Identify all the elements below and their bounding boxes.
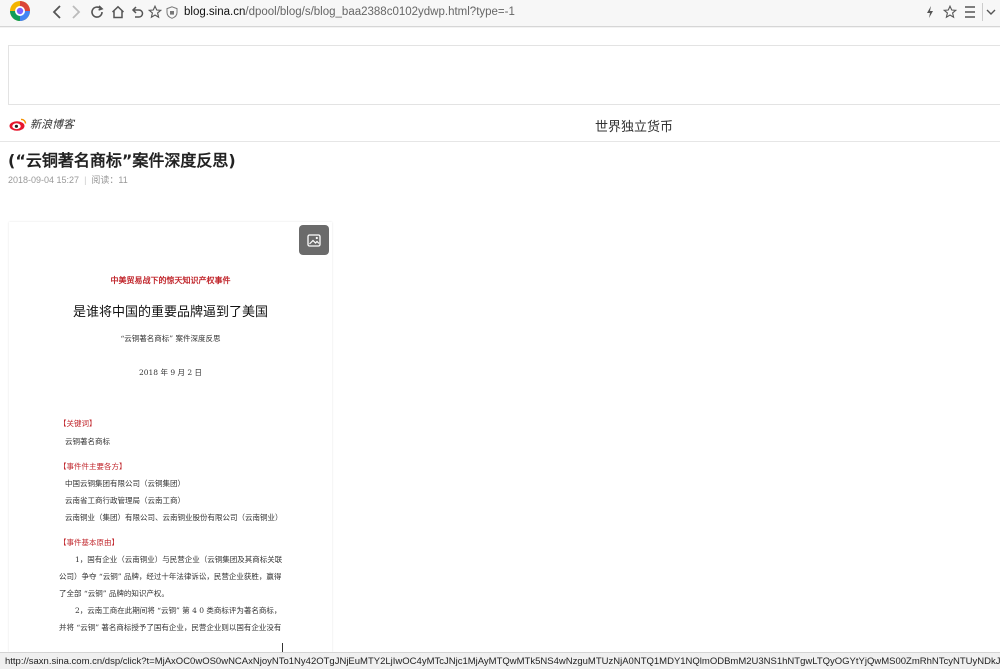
bookmark-star-icon[interactable]	[146, 3, 164, 21]
doc-fact-line: 并将 “云铜” 著名商标授予了国有企业，民营企业则以国有企业没有	[59, 623, 282, 632]
article-meta: 2018-09-04 15:27 | 阅读：11	[8, 173, 128, 186]
doc-fact-line: 公司）争夺 “云铜” 品牌，经过十年法律诉讼，民营企业获胜，赢得	[59, 572, 282, 581]
status-url: http://saxn.sina.com.cn/dsp/click?t=MjAx…	[5, 656, 1000, 667]
meta-separator: |	[84, 175, 87, 185]
browser-logo-icon[interactable]	[4, 0, 36, 22]
doc-keywords: 云铜著名商标	[65, 437, 110, 446]
document-image: 中美贸易战下的惊天知识产权事件 是谁将中国的重要品牌逼到了美国 “云铜著名商标”…	[9, 222, 332, 652]
image-icon	[307, 233, 321, 247]
more-button[interactable]	[962, 3, 978, 21]
ad-banner[interactable]	[8, 45, 1000, 105]
doc-subtitle: 中美贸易战下的惊天知识产权事件	[110, 276, 231, 285]
article-reads: 阅读：11	[91, 175, 128, 185]
doc-title: 是谁将中国的重要品牌逼到了美国	[72, 305, 268, 320]
lightning-icon[interactable]	[922, 3, 938, 21]
status-bar: http://saxn.sina.com.cn/dsp/click?t=MjAx…	[0, 652, 1000, 669]
article-date: 2018-09-04 15:27	[8, 175, 80, 185]
reload-icon[interactable]	[88, 3, 106, 21]
doc-keywords-heading: 【关键词】	[59, 419, 97, 428]
header-divider	[0, 141, 1000, 142]
undo-icon[interactable]	[128, 3, 146, 21]
doc-date: 2018 年 9 月 2 日	[138, 368, 203, 377]
blog-header: 新浪博客 世界独立货币	[0, 113, 1000, 139]
url-host: blog.sina.cn	[184, 6, 246, 18]
toolbar-right-icons	[922, 3, 998, 21]
web-page: 新浪博客 世界独立货币 (“云铜著名商标”案件深度反思) 2018-09-04 …	[0, 28, 1000, 652]
doc-fact-line: 2，云南工商在此期间将 “云铜” 第 4 0 类商标评为著名商标，	[75, 606, 282, 615]
image-view-button[interactable]	[299, 225, 329, 255]
back-arrow-icon[interactable]	[48, 3, 66, 21]
doc-fact-line: 1，国有企业（云南铜业）与民营企业（云铜集团及其商标关联	[75, 555, 283, 564]
url-path: /dpool/blog/s/blog_baa2388c0102ydwp.html…	[245, 6, 515, 18]
doc-party: 云南省工商行政管理局（云南工商）	[65, 496, 185, 505]
doc-party: 中国云铜集团有限公司（云铜集团）	[65, 479, 185, 488]
doc-text-cursor	[282, 643, 283, 652]
blog-name[interactable]: 世界独立货币	[0, 116, 1000, 135]
doc-case-title: “云铜著名商标” 案件深度反思	[120, 334, 221, 343]
doc-facts-heading: 【事件基本原由】	[59, 538, 119, 547]
doc-fact-line: 了全部 “云铜” 品牌的知识产权。	[59, 589, 169, 598]
doc-party: 云南铜业（集团）有限公司、云南铜业股份有限公司（云南铜业）	[65, 513, 283, 522]
forward-arrow-icon[interactable]	[67, 3, 85, 21]
security-shield-icon	[166, 5, 178, 19]
browser-toolbar: blog.sina.cn/dpool/blog/s/blog_baa2388c0…	[0, 0, 1000, 27]
favorite-star-icon[interactable]	[942, 3, 958, 21]
home-icon[interactable]	[109, 3, 127, 21]
doc-parties-heading: 【事件件主要各方】	[59, 462, 127, 471]
address-bar[interactable]: blog.sina.cn/dpool/blog/s/blog_baa2388c0…	[166, 2, 954, 22]
chevron-down-icon[interactable]	[982, 3, 998, 21]
article-title: (“云铜著名商标”案件深度反思)	[8, 151, 236, 170]
